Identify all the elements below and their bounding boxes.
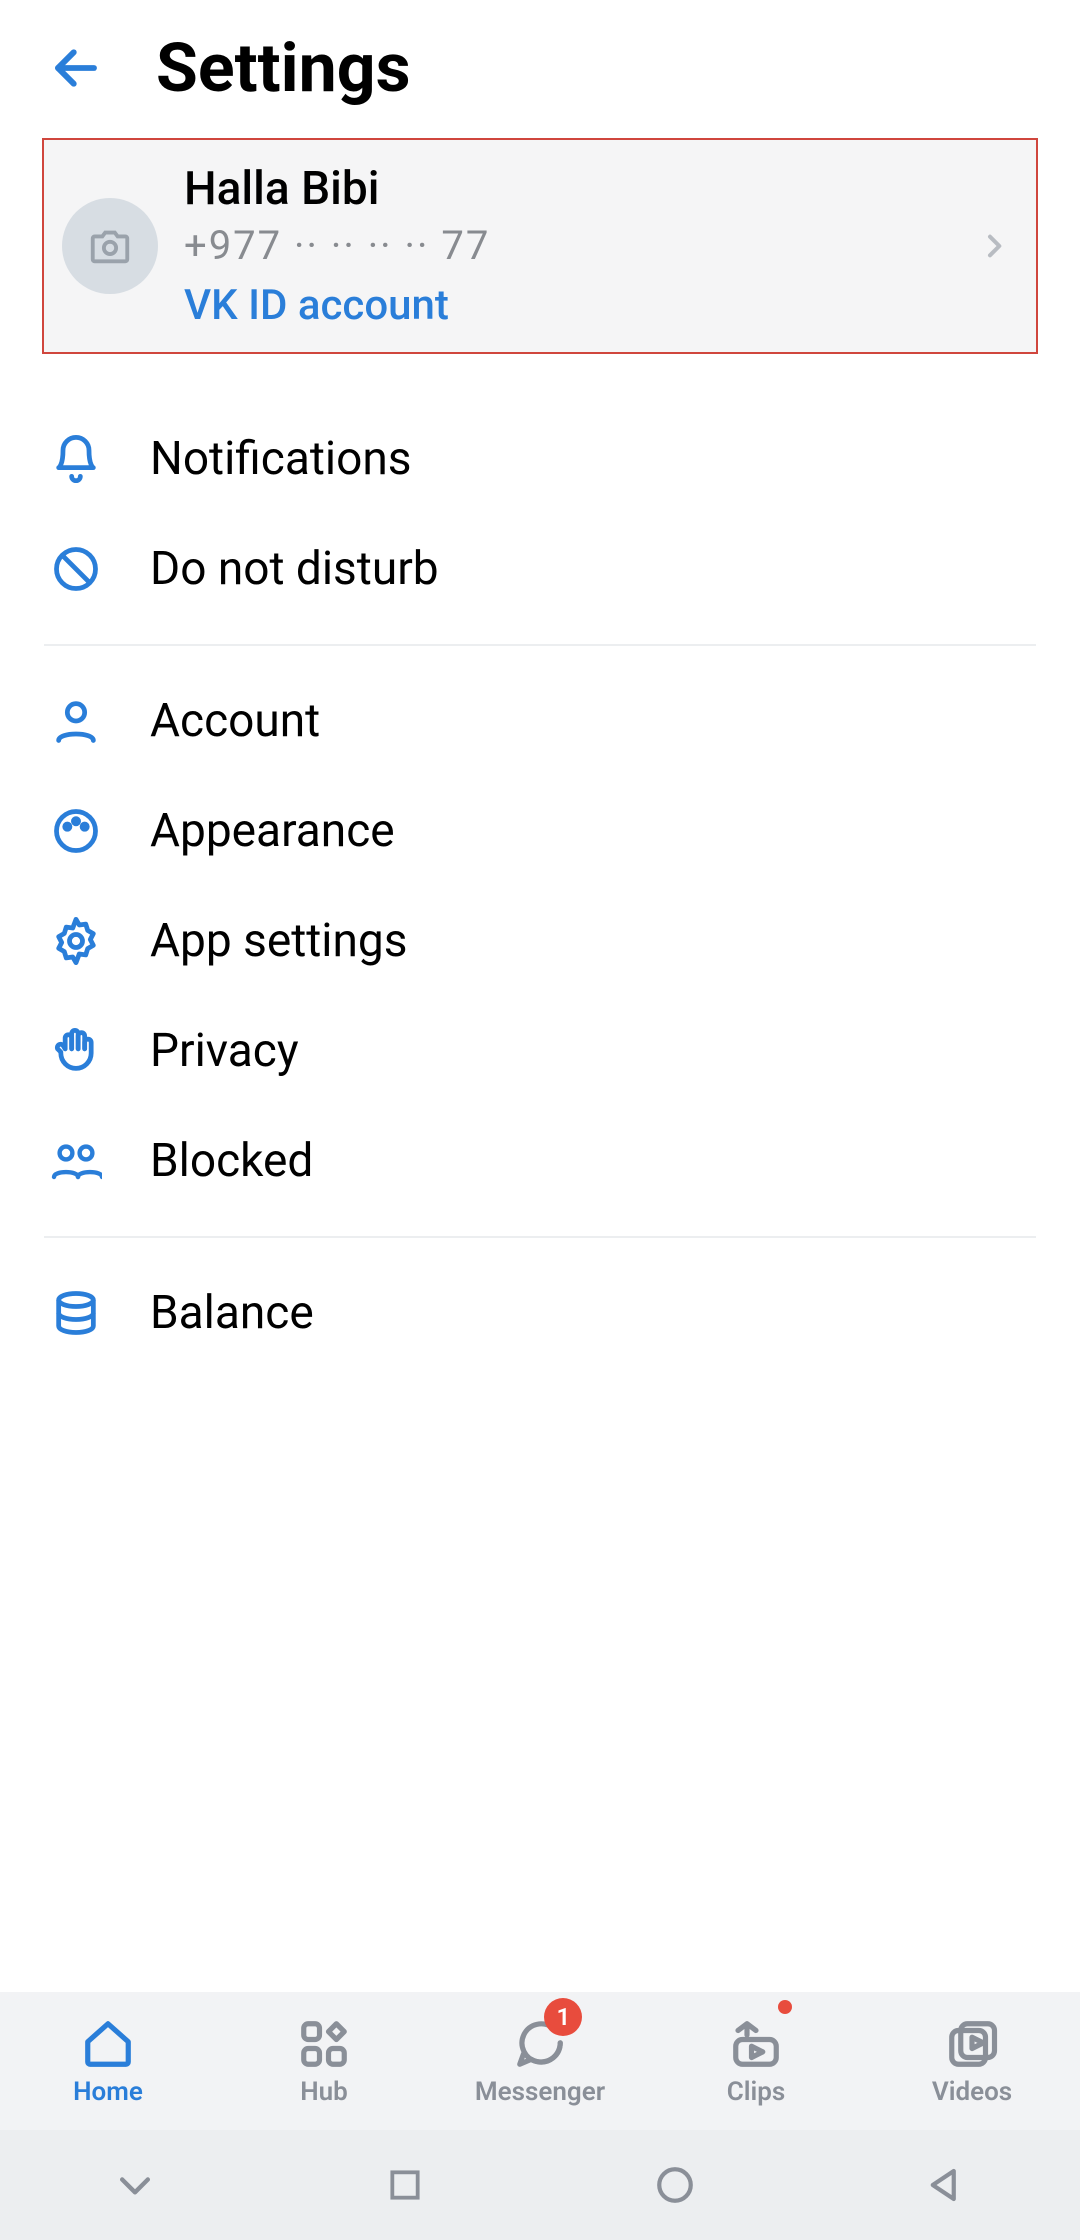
- settings-item-account[interactable]: Account: [0, 666, 1080, 776]
- header: Settings: [0, 0, 1080, 138]
- bottom-nav: Home Hub 1 Messenger Clips Vide: [0, 1992, 1080, 2130]
- sys-back-button[interactable]: [915, 2155, 975, 2215]
- profile-name: Halla Bibi: [184, 162, 952, 216]
- tab-label: Home: [73, 2077, 143, 2107]
- bell-icon: [50, 433, 102, 485]
- divider: [44, 1236, 1036, 1238]
- settings-item-blocked[interactable]: Blocked: [0, 1106, 1080, 1216]
- settings-list: Notifications Do not disturb Account App…: [0, 354, 1080, 1992]
- settings-item-label: App settings: [150, 914, 407, 968]
- chevron-right-icon: [978, 223, 1010, 269]
- palette-icon: [50, 805, 102, 857]
- tab-label: Hub: [300, 2077, 348, 2107]
- home-icon: [79, 2015, 137, 2073]
- tab-label: Messenger: [475, 2077, 605, 2107]
- settings-item-label: Do not disturb: [150, 542, 439, 596]
- gear-icon: [50, 915, 102, 967]
- profile-phone: +977 ·· ·· ·· ·· 77: [184, 222, 952, 269]
- triangle-left-icon: [924, 2164, 966, 2206]
- arrow-left-icon: [49, 41, 103, 95]
- divider: [44, 644, 1036, 646]
- settings-item-dnd[interactable]: Do not disturb: [0, 514, 1080, 624]
- avatar[interactable]: [62, 198, 158, 294]
- page-title: Settings: [156, 28, 411, 108]
- camera-icon: [87, 223, 133, 269]
- vk-id-link[interactable]: VK ID account: [184, 281, 952, 330]
- settings-item-privacy[interactable]: Privacy: [0, 996, 1080, 1106]
- profile-text: Halla Bibi +977 ·· ·· ·· ·· 77 VK ID acc…: [184, 162, 952, 330]
- settings-item-label: Notifications: [150, 432, 412, 486]
- tab-messenger[interactable]: 1 Messenger: [432, 1992, 648, 2130]
- hand-icon: [50, 1025, 102, 1077]
- settings-item-label: Balance: [150, 1286, 314, 1340]
- settings-item-notifications[interactable]: Notifications: [0, 404, 1080, 514]
- system-nav: [0, 2130, 1080, 2240]
- tab-label: Clips: [727, 2077, 786, 2107]
- chevron-down-icon: [113, 2163, 157, 2207]
- videos-icon: [943, 2015, 1001, 2073]
- clips-icon: [727, 2015, 785, 2073]
- people-icon: [50, 1135, 102, 1187]
- tab-videos[interactable]: Videos: [864, 1992, 1080, 2130]
- clips-dot: [778, 2000, 792, 2014]
- hub-icon: [295, 2015, 353, 2073]
- no-sign-icon: [50, 543, 102, 595]
- square-icon: [386, 2166, 424, 2204]
- tab-label: Videos: [932, 2077, 1012, 2107]
- settings-item-label: Privacy: [150, 1024, 299, 1078]
- tab-home[interactable]: Home: [0, 1992, 216, 2130]
- settings-item-label: Appearance: [150, 804, 395, 858]
- settings-item-appearance[interactable]: Appearance: [0, 776, 1080, 886]
- sys-recent-button[interactable]: [105, 2155, 165, 2215]
- tab-hub[interactable]: Hub: [216, 1992, 432, 2130]
- settings-item-label: Blocked: [150, 1134, 313, 1188]
- settings-item-label: Account: [150, 694, 320, 748]
- sys-home-button[interactable]: [645, 2155, 705, 2215]
- settings-item-app-settings[interactable]: App settings: [0, 886, 1080, 996]
- circle-icon: [654, 2164, 696, 2206]
- profile-card[interactable]: Halla Bibi +977 ·· ·· ·· ·· 77 VK ID acc…: [42, 138, 1038, 354]
- settings-item-balance[interactable]: Balance: [0, 1258, 1080, 1368]
- back-button[interactable]: [46, 38, 106, 98]
- coins-icon: [50, 1287, 102, 1339]
- tab-clips[interactable]: Clips: [648, 1992, 864, 2130]
- person-icon: [50, 695, 102, 747]
- sys-overview-button[interactable]: [375, 2155, 435, 2215]
- settings-screen: Settings Halla Bibi +977 ·· ·· ·· ·· 77 …: [0, 0, 1080, 2240]
- messenger-badge: 1: [544, 1998, 582, 2036]
